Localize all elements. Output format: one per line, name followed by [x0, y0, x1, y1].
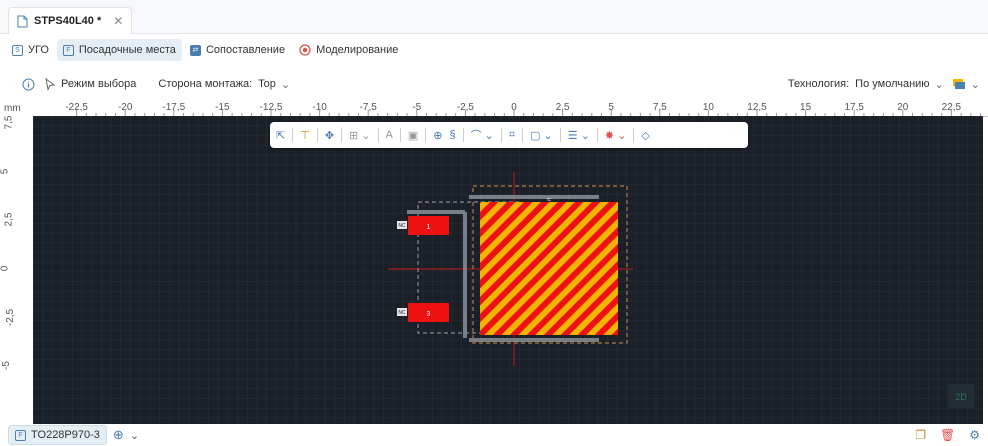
mount-side-label: Сторона монтажа:	[158, 78, 253, 90]
ruler-tick-label: -7,5	[359, 102, 377, 113]
floating-toolbar: ⇱ ⊤ ✥ ⊞ ⌄ A ▣ ⊕ § ⌒ ⌄ ⌗ ▢ ⌄ ☰ ⌄ ✸ ⌄ ◇	[270, 122, 748, 148]
footprint-variant-tab[interactable]: F TO228P970-3	[8, 425, 107, 445]
pad-1-tag: NC	[398, 223, 406, 229]
tab-modeling[interactable]: Моделирование	[293, 39, 404, 61]
thermal-pad[interactable]	[480, 202, 618, 335]
vertical-ruler-tick-label: 7,5	[3, 115, 15, 130]
select-mode-label: Режим выбора	[61, 78, 137, 90]
layers-icon	[952, 79, 965, 89]
select-mode-button[interactable]: Режим выбора	[45, 77, 137, 91]
pad-tool-icon[interactable]: ⊤	[300, 129, 310, 142]
chevron-down-icon: ⌄	[970, 78, 980, 91]
footprint-canvas[interactable]: 1 3 NC NC ≈ 2D	[33, 116, 983, 424]
tab-footprints[interactable]: F Посадочные места	[56, 39, 182, 61]
pad-1-number: 1	[427, 224, 431, 231]
tab-mapping-label: Сопоставление	[205, 44, 286, 56]
document-title: STPS40L40 *	[34, 15, 102, 27]
symbol-icon: S	[12, 44, 23, 56]
ruler-tick-label: -17,5	[162, 102, 186, 113]
technology-label: Технология:	[787, 78, 850, 90]
document-tab-bar: STPS40L40 * ✕	[0, 0, 988, 34]
document-icon	[17, 15, 28, 27]
pad-3-number: 3	[427, 311, 431, 318]
ruler-tick-label: -22,5	[65, 102, 88, 113]
align-tool-icon[interactable]: §	[450, 129, 456, 141]
tab-modeling-label: Моделирование	[316, 44, 399, 56]
document-tab[interactable]: STPS40L40 * ✕	[8, 7, 133, 34]
outline-tool-icon[interactable]: ▢ ⌄	[530, 129, 553, 142]
ruler-tick-label: 12,5	[747, 102, 767, 113]
footprint-icon: F	[15, 429, 26, 441]
ruler-tick-label: 15	[800, 102, 812, 113]
chevron-down-icon: ⌄	[280, 78, 291, 91]
modeling-icon	[299, 44, 311, 56]
drc-tool-icon[interactable]: ✸ ⌄	[605, 129, 627, 142]
delete-icon[interactable]: 🗑	[940, 428, 955, 442]
tab-symbol-label: УГО	[28, 44, 49, 56]
settings-icon[interactable]: ⚙	[969, 428, 980, 442]
origin-tool-icon[interactable]: ⊕	[433, 129, 442, 142]
pin-marker: ≈	[547, 195, 552, 204]
ruler-tick-label: -12,5	[259, 102, 283, 113]
text-tool-icon[interactable]: A	[386, 129, 393, 141]
ruler-tick-label: -20	[117, 102, 133, 113]
mount-side-select[interactable]: Top ⌄	[258, 78, 290, 91]
view-badge-label: 2D	[955, 392, 967, 402]
ruler-tick-label: -5	[412, 102, 422, 113]
ruler-tick-label: 22,5	[941, 102, 962, 113]
ruler-tick-label: 17,5	[844, 102, 864, 113]
chevron-down-icon[interactable]: ⌄	[130, 429, 139, 442]
grid-tool-icon[interactable]: ⊞ ⌄	[349, 129, 371, 142]
horizontal-ruler: mm -22,5 -20 -17,5 -15 -12,5 -10 -7,5 -5 -2,5 0 2,…	[0, 100, 988, 117]
measure-tool-icon[interactable]: ⌒ ⌄	[471, 127, 494, 143]
add-variant-icon[interactable]: ⊕	[113, 427, 124, 443]
table-tool-icon[interactable]: ☰ ⌄	[568, 129, 590, 142]
ruler-tick-label: -2,5	[456, 102, 474, 113]
copy-icon[interactable]: ❐	[915, 428, 926, 442]
pad-3-tag: NC	[398, 310, 406, 316]
vertical-ruler: 7,5 5 2,5 0 -2,5 -5	[0, 116, 34, 424]
cursor-icon	[45, 77, 56, 91]
technology-value: По умолчанию	[855, 78, 930, 90]
move-tool-icon[interactable]: ✥	[325, 129, 334, 142]
footprint-icon: F	[62, 44, 74, 56]
fill-tool-icon[interactable]: ◇	[641, 129, 649, 142]
ruler-tick-label: 2,5	[555, 102, 570, 113]
mapping-icon: ⇄	[189, 44, 201, 56]
ruler-tick-label: 0	[511, 102, 517, 113]
ruler-tick-label: 5	[608, 102, 614, 113]
ruler-tick-label: 10	[702, 102, 714, 113]
frame-tool-icon[interactable]: ▣	[408, 129, 418, 142]
ruler-tick-label: 7,5	[652, 102, 667, 113]
mode-tab-bar: S УГО F Посадочные места ⇄ Сопоставление…	[0, 38, 988, 62]
tab-footprints-label: Посадочные места	[78, 44, 176, 56]
ruler-tick-label: 20	[897, 102, 909, 113]
layers-button[interactable]: ⌄	[952, 78, 980, 91]
tab-mapping[interactable]: ⇄ Сопоставление	[184, 39, 291, 61]
vertical-ruler-tick-label: -5	[0, 361, 12, 371]
dimension-tool-icon[interactable]: ⌗	[509, 129, 515, 142]
tab-symbol[interactable]: S УГО	[6, 39, 55, 61]
ruler-tick-label: -10	[312, 102, 327, 113]
footer-bar: F TO228P970-3 ⊕ ⌄ ❐ 🗑 ⚙	[0, 424, 988, 446]
vertical-ruler-tick-label: -2,5	[5, 308, 17, 326]
footprint-variant-label: TO228P970-3	[31, 429, 100, 441]
canvas-graphics: 1 3 NC NC ≈ 2D	[33, 116, 983, 424]
chevron-down-icon: ⌄	[934, 78, 944, 91]
vertical-ruler-tick-label: 0	[0, 265, 11, 272]
editor-toolbar: Режим выбора Сторона монтажа: Top ⌄ Техн…	[0, 70, 988, 98]
ruler-tick-label: -15	[215, 102, 230, 113]
info-icon[interactable]	[22, 78, 35, 91]
vertical-ruler-tick-label: 5	[0, 168, 11, 175]
vertical-ruler-tick-label: 2,5	[3, 212, 15, 227]
technology-select[interactable]: По умолчанию ⌄	[855, 78, 944, 91]
mount-side-value: Top	[258, 78, 276, 90]
select-tool-icon[interactable]: ⇱	[276, 129, 285, 142]
close-icon[interactable]: ✕	[113, 14, 123, 28]
